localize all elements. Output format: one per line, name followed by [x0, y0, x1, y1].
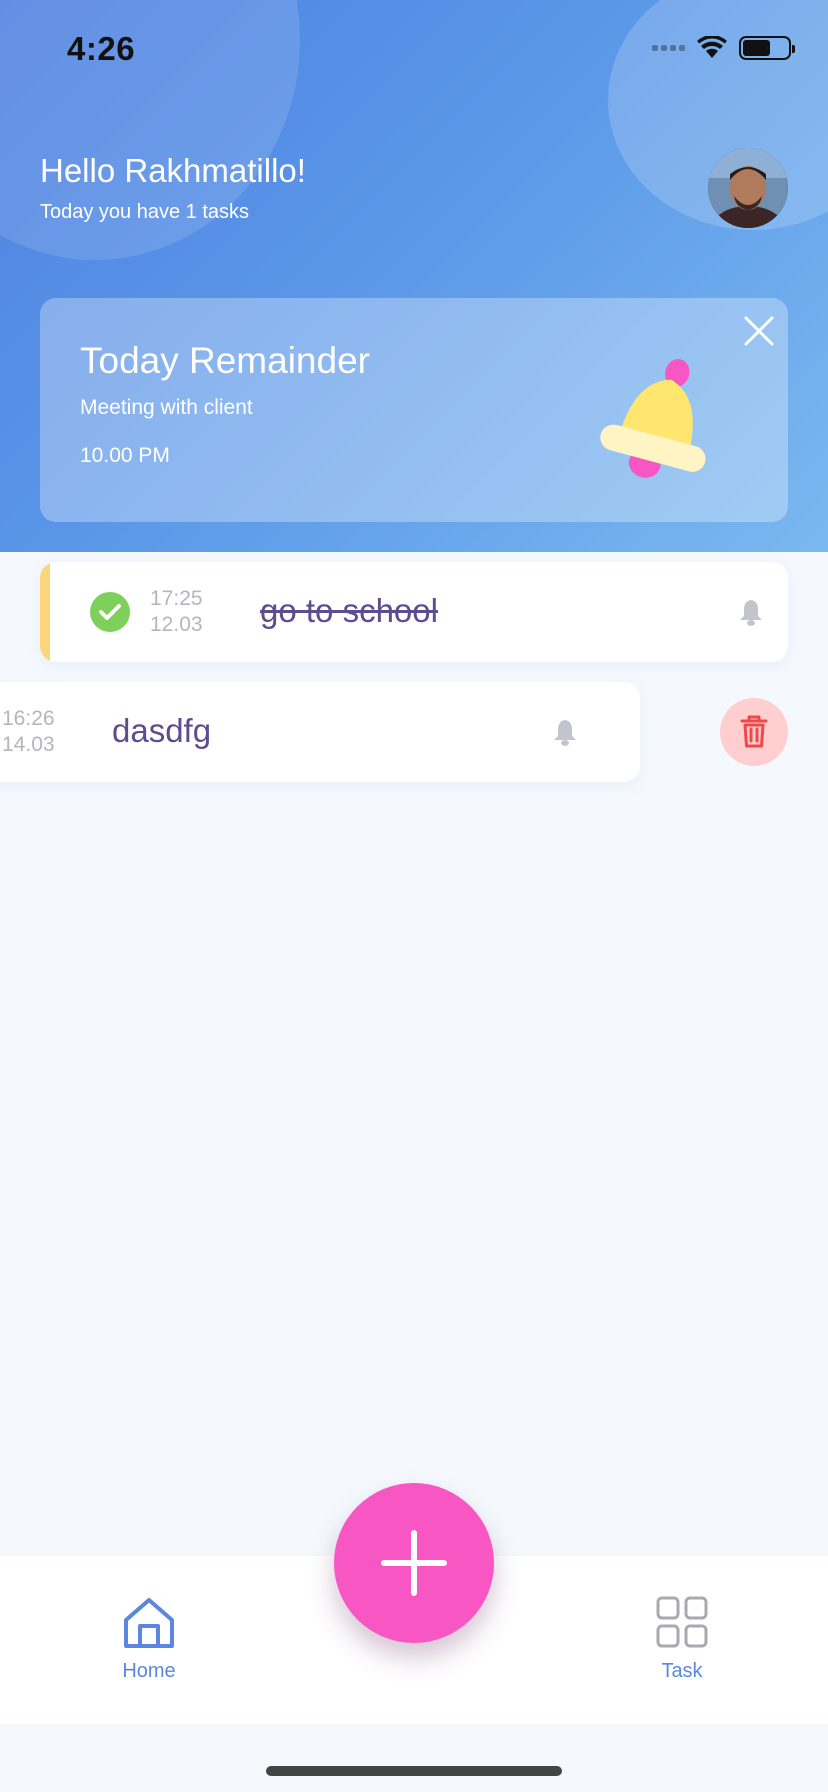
close-icon[interactable] — [740, 312, 778, 350]
bell-icon — [600, 359, 706, 478]
cellular-signal-icon — [652, 45, 685, 51]
reminder-title: Today Remainder — [80, 340, 370, 381]
battery-icon — [739, 36, 795, 60]
trash-icon — [740, 715, 768, 748]
bell-icon[interactable] — [738, 598, 764, 626]
task-title: go to school — [260, 592, 438, 629]
task-accent-bar — [40, 562, 50, 662]
check-circle-icon[interactable] — [90, 592, 130, 632]
status-time: 4:26 — [67, 30, 136, 67]
reminder-time: 10.00 PM — [80, 444, 170, 467]
nav-home[interactable]: Home — [89, 1596, 209, 1683]
task-time-value: 17:25 — [150, 587, 203, 610]
reminder-subtitle: Meeting with client — [80, 396, 253, 419]
reminder-card[interactable]: Today Remainder Meeting with client 10.0… — [40, 298, 788, 522]
task-title: dasdfg — [112, 712, 212, 749]
delete-task-button[interactable] — [720, 698, 788, 766]
grid-icon — [656, 1596, 708, 1648]
add-task-button[interactable] — [334, 1483, 494, 1643]
avatar[interactable] — [708, 148, 788, 228]
bell-icon[interactable] — [552, 718, 578, 746]
task-time-value: 16:26 — [2, 707, 55, 730]
task-date-value: 12.03 — [150, 613, 203, 636]
task-count-subtitle: Today you have 1 tasks — [40, 201, 250, 223]
task-time: 16:26 14.03 — [2, 706, 55, 758]
home-icon — [124, 1598, 174, 1648]
task-card[interactable]: 17:25 12.03 go to school — [40, 562, 788, 662]
plus-icon — [381, 1530, 447, 1596]
home-indicator[interactable] — [266, 1766, 562, 1776]
task-date-value: 14.03 — [2, 733, 55, 756]
status-indicators — [652, 36, 795, 60]
task-time: 17:25 12.03 — [150, 586, 203, 638]
header: 4:26 Hello Rakhmatillo! Today you have 1… — [0, 0, 828, 552]
nav-home-label: Home — [122, 1660, 176, 1682]
nav-task-label: Task — [661, 1660, 703, 1682]
task-card[interactable]: 16:26 14.03 dasdfg — [0, 682, 640, 782]
greeting-title: Hello Rakhmatillo! — [40, 152, 306, 189]
wifi-icon — [697, 36, 727, 58]
nav-task[interactable]: Task — [622, 1596, 742, 1683]
